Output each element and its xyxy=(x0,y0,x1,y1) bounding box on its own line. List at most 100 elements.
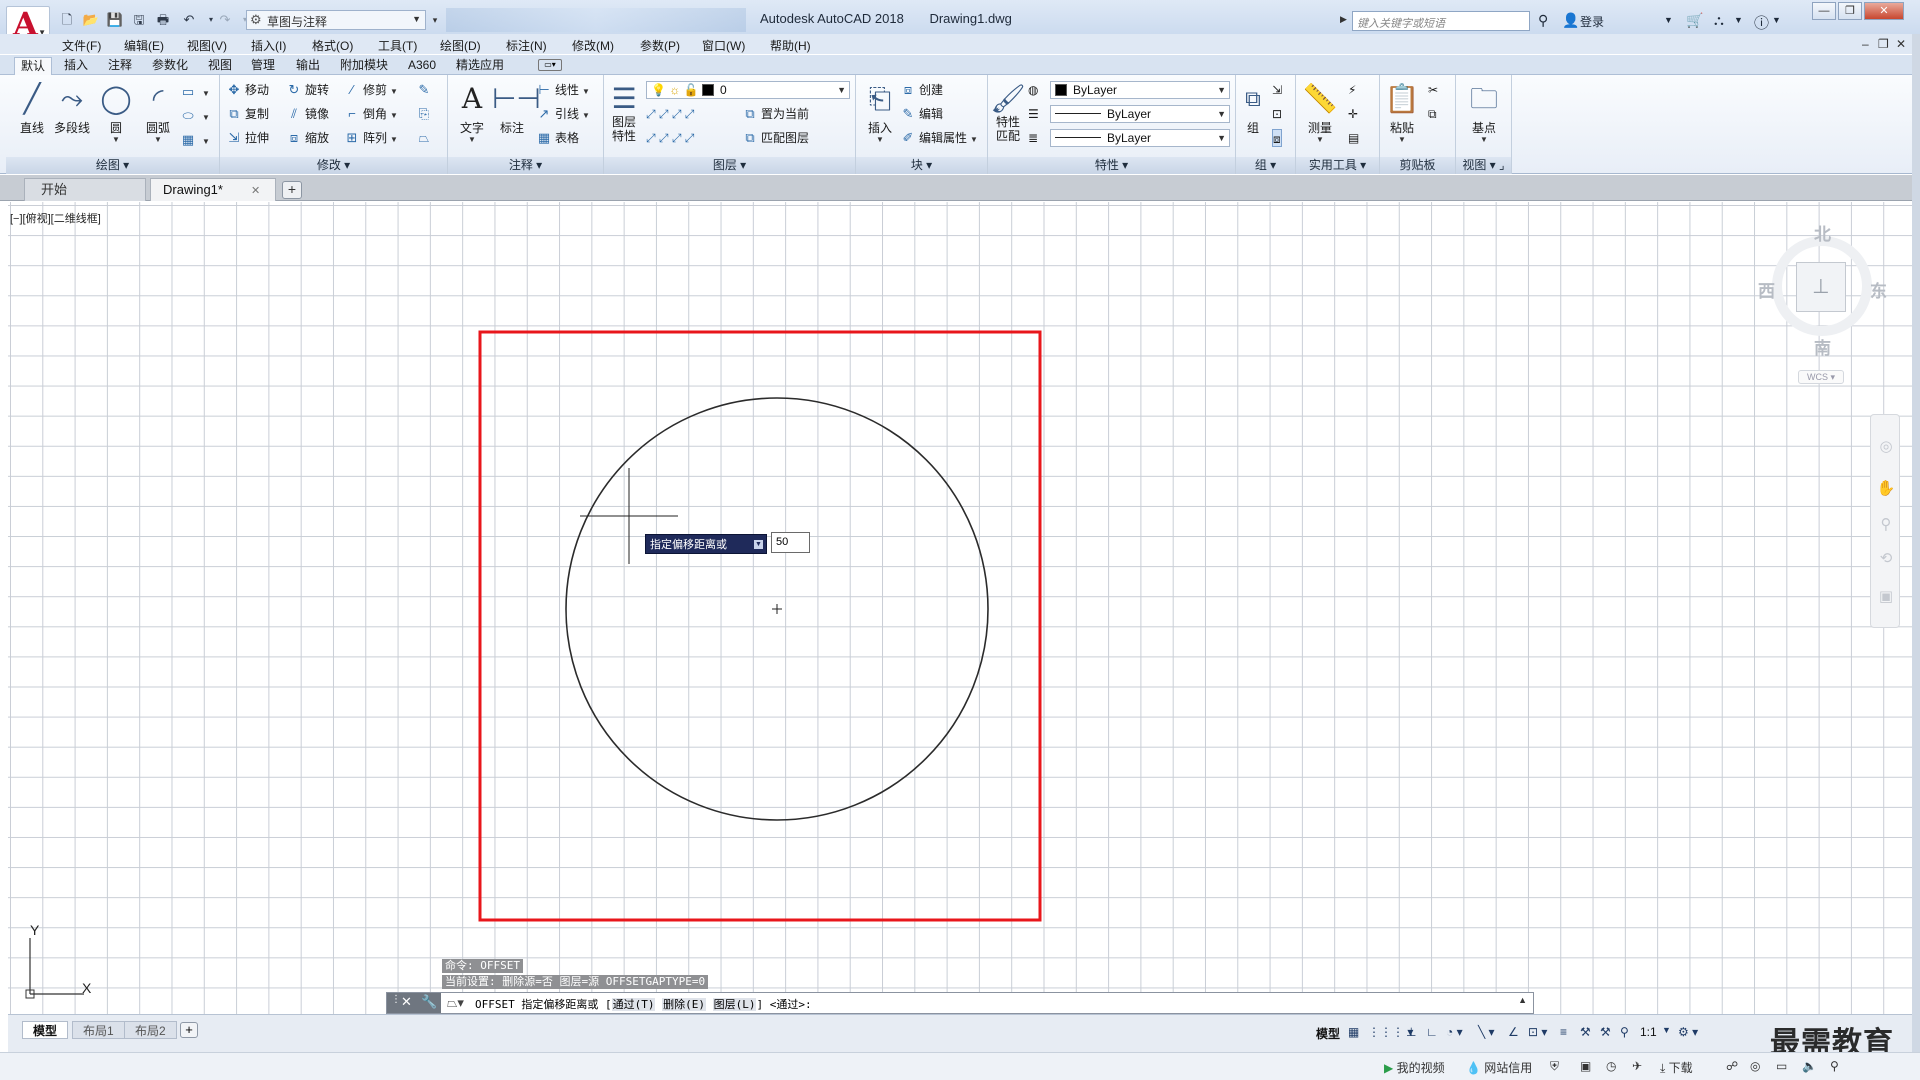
chevron-down-icon[interactable]: ▼ xyxy=(1734,15,1743,25)
print-icon[interactable]: 🖶 xyxy=(152,11,174,29)
login-button[interactable]: 登录 xyxy=(1580,13,1604,30)
lineweight-toggle-icon[interactable]: ≡ xyxy=(1560,1025,1567,1039)
panel-view-title[interactable]: 视图 ▾ ⌟ xyxy=(1456,157,1511,174)
annotation-scale-icon[interactable]: ⚲ xyxy=(1620,1025,1629,1039)
create-block-tool[interactable]: ⧈ 创建 xyxy=(900,81,943,99)
linetype-icon[interactable]: ☰ xyxy=(1028,105,1039,123)
menu-file[interactable]: 文件(F) xyxy=(62,37,101,54)
ribbon-minimize-toggle[interactable]: ▭▾ xyxy=(538,59,562,71)
drawing-canvas[interactable] xyxy=(8,202,1912,1020)
menu-view[interactable]: 视图(V) xyxy=(187,37,227,54)
quick-select-icon[interactable]: ⚡ xyxy=(1348,81,1356,99)
fillet-tool[interactable]: ⌐ 倒角 ▼ xyxy=(344,105,398,123)
layout-tab-layout2[interactable]: 布局2 xyxy=(124,1021,177,1039)
array-tool[interactable]: ⊞ 阵列 ▼ xyxy=(344,129,398,147)
circle-tool[interactable]: ◯ 圆 ▼ xyxy=(96,79,136,144)
set-current-layer-tool[interactable]: ⧉ 置为当前 xyxy=(742,105,809,123)
chevron-right-icon[interactable]: ▶ xyxy=(1340,14,1347,25)
isodraft-icon[interactable]: ╲ ▾ xyxy=(1478,1025,1495,1039)
tab-annotate[interactable]: 注释 xyxy=(102,57,138,75)
network-link[interactable]: 💧 网站信用 xyxy=(1466,1059,1532,1076)
paste-tool[interactable]: 📋 粘贴 ▼ xyxy=(1382,79,1422,144)
doc-restore-icon[interactable]: ❐ xyxy=(1878,37,1889,51)
match-properties-tool[interactable]: 🖌 特性 匹配 xyxy=(988,79,1028,143)
drag-handle-icon[interactable]: ⋮ xyxy=(391,994,401,1005)
maximize-button[interactable]: ❐ xyxy=(1838,2,1862,20)
lineweight-select[interactable]: ByLayer ▼ xyxy=(1050,129,1230,147)
new-file-icon[interactable]: 🗋 xyxy=(56,11,78,29)
panel-groups-title[interactable]: 组 ▾ xyxy=(1236,157,1295,174)
autodesk-a360-icon[interactable]: ⛬ xyxy=(1714,12,1724,29)
tab-a360[interactable]: A360 xyxy=(402,57,442,75)
chevron-down-icon[interactable]: ▼ xyxy=(1772,15,1781,25)
infer-constraints-icon[interactable]: ⊥ xyxy=(1406,1025,1416,1039)
auto-scale-icon[interactable]: ⚒ xyxy=(1600,1025,1611,1039)
rectangle-tool[interactable]: ▭ ▼ xyxy=(180,83,210,101)
download-link[interactable]: ⤓ 下载 xyxy=(1660,1059,1693,1076)
tab-manage[interactable]: 管理 xyxy=(245,57,281,75)
viewport-controls-label[interactable]: [−][俯视][二维线框] xyxy=(10,210,101,226)
redo-icon[interactable]: ↷ xyxy=(214,11,236,29)
workspace-select[interactable]: ⚙ 草图与注释 ▼ xyxy=(246,10,426,30)
copy-clip-icon[interactable]: ⧉ xyxy=(1428,105,1437,123)
binoculars-icon[interactable]: ⚲ xyxy=(1538,12,1548,29)
rocket-icon[interactable]: ✈ xyxy=(1632,1059,1642,1073)
erase-tool[interactable]: ✎ xyxy=(416,81,435,99)
new-layout-button[interactable]: + xyxy=(180,1022,198,1038)
customize-quick-access-button[interactable]: ▾ xyxy=(428,10,442,30)
point-id-icon[interactable]: ✛ xyxy=(1348,105,1358,123)
option-through[interactable]: 通过(T) xyxy=(611,998,656,1011)
menu-parametric[interactable]: 参数(P) xyxy=(640,37,680,54)
menu-dimension[interactable]: 标注(N) xyxy=(506,37,547,54)
layout-tab-model[interactable]: 模型 xyxy=(22,1021,69,1039)
annotation-scale-value[interactable]: 1:1 xyxy=(1640,1025,1657,1039)
match-layer-tool[interactable]: ⧉ 匹配图层 xyxy=(742,129,809,147)
image-icon[interactable]: ▣ xyxy=(1580,1059,1591,1073)
polar-tracking-icon[interactable]: ◔ ▾ xyxy=(1446,1025,1463,1039)
menu-modify[interactable]: 修改(M) xyxy=(572,37,614,54)
hatch-tool[interactable]: ⬭ ▼ xyxy=(180,107,209,125)
shield-icon[interactable]: ⛨ xyxy=(1550,1059,1559,1074)
linear-dim-tool[interactable]: ⊢ 线性 ▼ xyxy=(536,81,590,99)
edit-attributes-tool[interactable]: ✐ 编辑属性 ▼ xyxy=(900,129,978,147)
layer-select[interactable]: 💡 ☼ 🔓 0 ▼ xyxy=(646,81,850,99)
search-icon[interactable]: ⚲ xyxy=(1830,1059,1839,1073)
chevron-down-icon[interactable]: ▼ xyxy=(1662,1025,1671,1035)
search-input[interactable]: 键入关键字或短语 xyxy=(1352,11,1530,31)
cart-icon[interactable]: 🛒 xyxy=(1686,12,1703,29)
tab-view[interactable]: 视图 xyxy=(202,57,238,75)
gradient-tool[interactable]: ▦ ▼ xyxy=(180,131,210,149)
insert-block-tool[interactable]: ⎗ 插入 ▼ xyxy=(860,79,900,144)
panel-draw-title[interactable]: 绘图 ▾ xyxy=(6,157,219,174)
viewcube[interactable]: 北 南 东 西 ⊥ WCS ▾ xyxy=(1752,216,1896,396)
browser-icon[interactable]: ◎ xyxy=(1750,1059,1760,1073)
object-snap-tracking-icon[interactable]: ∠ xyxy=(1508,1025,1519,1039)
annotation-visibility-icon[interactable]: ⚒ xyxy=(1580,1025,1591,1039)
doc-minimize-icon[interactable]: – xyxy=(1862,37,1869,51)
menu-draw[interactable]: 绘图(D) xyxy=(440,37,481,54)
help-icon[interactable]: ⓘ xyxy=(1754,12,1769,33)
showmotion-icon[interactable]: ▣ xyxy=(1876,587,1896,607)
ortho-icon[interactable]: ∟ xyxy=(1426,1025,1438,1039)
orbit-icon[interactable]: ⟲ xyxy=(1876,549,1896,569)
chevron-up-icon[interactable]: ▲ xyxy=(1518,995,1527,1005)
panel-modify-title[interactable]: 修改 ▾ xyxy=(220,157,447,174)
open-file-icon[interactable]: 📂 xyxy=(80,11,102,29)
command-prompt[interactable]: OFFSET 指定偏移距离或 [通过(T) 删除(E) 图层(L)] <通过>: xyxy=(475,996,812,1012)
clock-icon[interactable]: ◷ xyxy=(1606,1059,1616,1073)
my-video-link[interactable]: ▶ 我的视频 xyxy=(1384,1059,1445,1076)
menu-insert[interactable]: 插入(I) xyxy=(251,37,286,54)
new-tab-button[interactable]: + xyxy=(282,181,302,199)
tab-addins[interactable]: 附加模块 xyxy=(334,57,394,75)
cut-icon[interactable]: ✂ xyxy=(1428,81,1438,99)
move-tool[interactable]: ✥ 移动 xyxy=(226,81,269,99)
layer-tools-row-1[interactable]: ⤢ ⤢ ⤢ ⤢ xyxy=(646,105,694,123)
option-layer[interactable]: 图层(L) xyxy=(712,998,757,1011)
layer-tools-row-2[interactable]: ⤢ ⤢ ⤢ ⤢ xyxy=(646,129,694,147)
close-icon[interactable]: ✕ xyxy=(401,994,412,1010)
table-tool[interactable]: ▦ 表格 xyxy=(536,129,579,147)
group-select-toggle[interactable]: ⧈ xyxy=(1272,129,1282,147)
edit-block-tool[interactable]: ✎ 编辑 xyxy=(900,105,943,123)
tab-parametric[interactable]: 参数化 xyxy=(146,57,194,75)
grid-icon[interactable]: ▦ xyxy=(1348,1025,1359,1039)
